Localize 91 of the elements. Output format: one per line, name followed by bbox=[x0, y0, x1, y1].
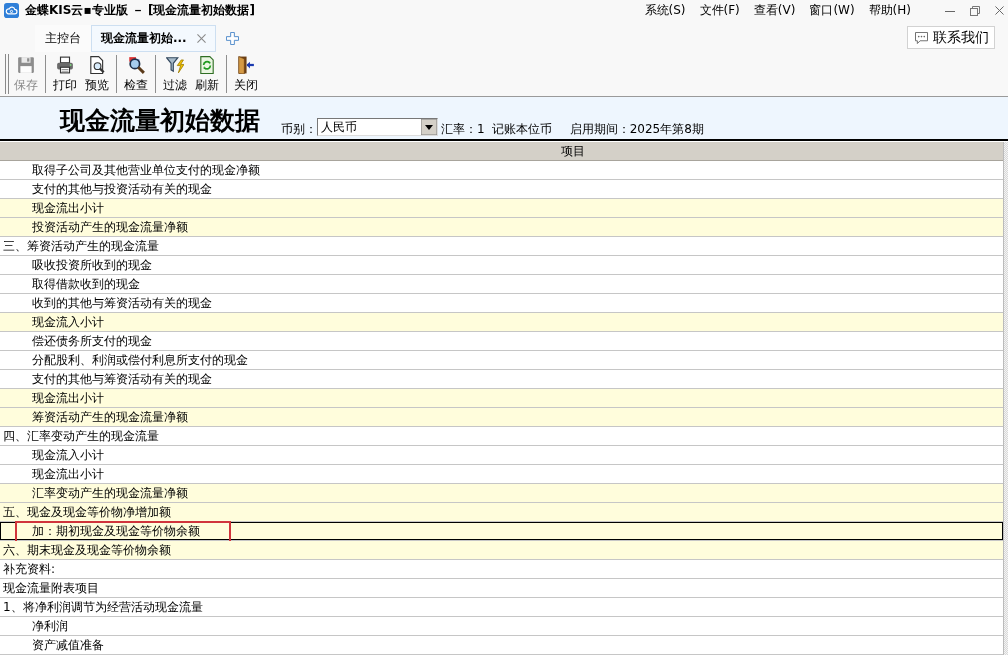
table-row[interactable]: 净利润 bbox=[0, 617, 1003, 636]
vertical-scrollbar[interactable] bbox=[1003, 142, 1008, 655]
table-row[interactable]: 取得子公司及其他营业单位支付的现金净额 bbox=[0, 161, 1003, 180]
table-row[interactable]: 三、筹资活动产生的现金流量 bbox=[0, 237, 1003, 256]
toolbar-button[interactable]: 检查 bbox=[122, 55, 150, 93]
close-icon[interactable] bbox=[995, 6, 1004, 15]
table-row[interactable]: 偿还债务所支付的现金 bbox=[0, 332, 1003, 351]
table-row[interactable]: 1、将净利润调节为经营活动现金流量 bbox=[0, 598, 1003, 617]
row-label: 投资活动产生的现金流量净额 bbox=[32, 219, 188, 235]
row-label: 六、期末现金及现金等价物余额 bbox=[3, 542, 171, 558]
row-label: 支付的其他与筹资活动有关的现金 bbox=[32, 371, 212, 387]
row-label: 分配股利、利润或偿付利息所支付的现金 bbox=[32, 352, 248, 368]
table-row[interactable]: 筹资活动产生的现金流量净额 bbox=[0, 408, 1003, 427]
menu-item[interactable]: 查看(V) bbox=[753, 3, 796, 18]
table-row[interactable]: 六、期末现金及现金等价物余额 bbox=[0, 541, 1003, 560]
close-icon[interactable] bbox=[196, 34, 206, 43]
row-label: 净利润 bbox=[32, 618, 68, 634]
table-row[interactable]: 补充资料: bbox=[0, 560, 1003, 579]
row-label: 现金流出小计 bbox=[32, 200, 104, 216]
row-label: 汇率变动产生的现金流量净额 bbox=[32, 485, 188, 501]
toolbar-grip[interactable] bbox=[5, 54, 9, 94]
menu-item[interactable]: 帮助(H) bbox=[868, 3, 911, 18]
table-row[interactable]: 现金流入小计 bbox=[0, 446, 1003, 465]
page-arrows-icon bbox=[198, 55, 216, 74]
toolbar-button[interactable]: 预览 bbox=[83, 55, 111, 93]
row-label: 补充资料: bbox=[3, 561, 56, 577]
row-label: 五、现金及现金等价物净增加额 bbox=[3, 504, 171, 520]
period-value: 2025年第8期 bbox=[629, 121, 704, 136]
dropdown-arrow-icon[interactable] bbox=[421, 119, 437, 135]
row-label: 现金流入小计 bbox=[32, 314, 104, 330]
menu-item[interactable]: 系统(S) bbox=[644, 3, 686, 18]
toolbar-button[interactable]: 过滤 bbox=[161, 55, 189, 93]
table-row[interactable]: 吸收投资所收到的现金 bbox=[0, 256, 1003, 275]
rate-label: 汇率： bbox=[441, 121, 477, 136]
row-label: 现金流出小计 bbox=[32, 466, 104, 482]
row-label: 支付的其他与投资活动有关的现金 bbox=[32, 181, 212, 197]
row-label: 收到的其他与筹资活动有关的现金 bbox=[32, 295, 212, 311]
currency-select[interactable]: 人民币 bbox=[317, 118, 438, 136]
report-title: 现金流量初始数据 bbox=[60, 108, 260, 133]
magnifier-icon bbox=[127, 55, 145, 74]
table-row[interactable]: 支付的其他与筹资活动有关的现金 bbox=[0, 370, 1003, 389]
row-label: 取得子公司及其他营业单位支付的现金净额 bbox=[32, 162, 260, 178]
table-row[interactable]: 支付的其他与投资活动有关的现金 bbox=[0, 180, 1003, 199]
page-magnifier-icon bbox=[88, 55, 106, 74]
table-row[interactable]: 现金流出小计 bbox=[0, 465, 1003, 484]
period-label: 启用期间： bbox=[569, 121, 630, 136]
table-row[interactable]: 现金流入小计 bbox=[0, 313, 1003, 332]
table-row[interactable]: 汇率变动产生的现金流量净额 bbox=[0, 484, 1003, 503]
chat-bubble-icon bbox=[915, 31, 928, 44]
currency-label: 币别： bbox=[281, 121, 317, 136]
row-label: 加：期初现金及现金等价物余额 bbox=[32, 523, 200, 539]
table-row[interactable]: 现金流出小计 bbox=[0, 199, 1003, 218]
row-label: 资产减值准备 bbox=[32, 637, 104, 653]
row-label: 1、将净利润调节为经营活动现金流量 bbox=[3, 599, 203, 615]
funnel-icon bbox=[166, 55, 184, 74]
table-row[interactable]: 现金流量附表项目 bbox=[0, 579, 1003, 598]
table-row[interactable]: 四、汇率变动产生的现金流量 bbox=[0, 427, 1003, 446]
window-title: 金蝶KIS云▪专业版 － [现金流量初始数据] bbox=[25, 3, 255, 18]
restore-icon[interactable] bbox=[970, 5, 980, 16]
table-row[interactable]: 加：期初现金及现金等价物余额 bbox=[0, 522, 1003, 541]
door-icon bbox=[237, 55, 255, 74]
menu-item[interactable]: 窗口(W) bbox=[809, 3, 855, 18]
table-row[interactable]: 分配股利、利润或偿付利息所支付的现金 bbox=[0, 351, 1003, 370]
document-tab[interactable]: 主控台 bbox=[35, 25, 91, 52]
contact-button[interactable]: 联系我们 bbox=[907, 26, 995, 49]
table-row[interactable]: 现金流出小计 bbox=[0, 389, 1003, 408]
column-header: 项目 bbox=[0, 142, 1003, 161]
table-row[interactable]: 投资活动产生的现金流量净额 bbox=[0, 218, 1003, 237]
row-label: 取得借款收到的现金 bbox=[32, 276, 140, 292]
printer-icon bbox=[56, 55, 74, 74]
row-label: 筹资活动产生的现金流量净额 bbox=[32, 409, 188, 425]
row-label: 现金流入小计 bbox=[32, 447, 104, 463]
document-tab[interactable]: 现金流量初始... bbox=[91, 25, 216, 52]
table-row[interactable]: 资产减值准备 bbox=[0, 636, 1003, 655]
toolbar-button[interactable]: 刷新 bbox=[193, 55, 221, 93]
row-label: 现金流量附表项目 bbox=[3, 580, 99, 596]
toolbar-button[interactable]: 关闭 bbox=[232, 55, 260, 93]
base-currency-text: 记账本位币 bbox=[491, 121, 552, 136]
plus-icon[interactable] bbox=[225, 32, 239, 45]
app-cloud-icon bbox=[4, 3, 19, 18]
table-row[interactable]: 收到的其他与筹资活动有关的现金 bbox=[0, 294, 1003, 313]
row-label: 吸收投资所收到的现金 bbox=[32, 257, 152, 273]
table-row[interactable]: 五、现金及现金等价物净增加额 bbox=[0, 503, 1003, 522]
rate-value: 1 bbox=[477, 121, 485, 136]
toolbar-button[interactable]: 打印 bbox=[51, 55, 79, 93]
table-row[interactable]: 取得借款收到的现金 bbox=[0, 275, 1003, 294]
row-label: 现金流出小计 bbox=[32, 390, 104, 406]
row-label: 四、汇率变动产生的现金流量 bbox=[3, 428, 159, 444]
row-label: 三、筹资活动产生的现金流量 bbox=[3, 238, 159, 254]
row-label: 偿还债务所支付的现金 bbox=[32, 333, 152, 349]
menu-item[interactable]: 文件(F) bbox=[699, 3, 740, 18]
